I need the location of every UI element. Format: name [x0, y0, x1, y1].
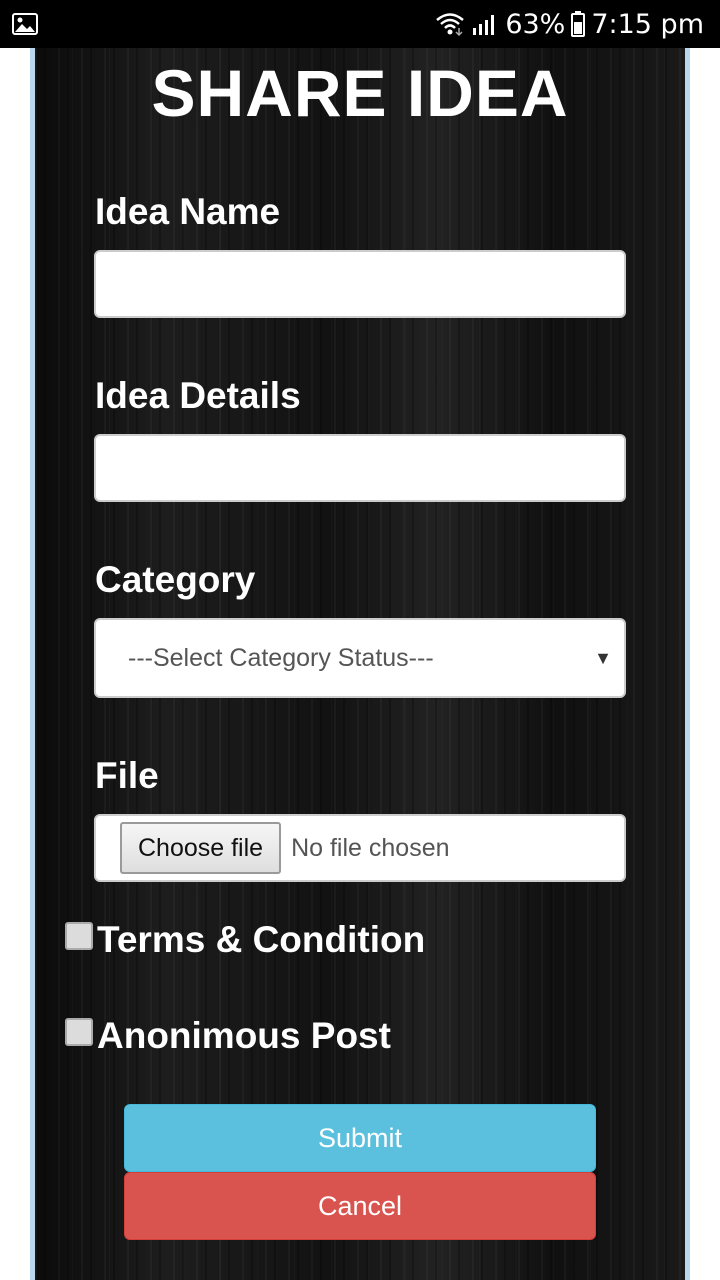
battery-percent: 63%	[505, 8, 566, 40]
clock: 7:15 pm	[591, 8, 704, 40]
category-select[interactable]: ---Select Category Status--- ▼	[94, 618, 626, 698]
signal-icon	[473, 15, 495, 35]
page-title: SHARE IDEA	[151, 56, 569, 130]
idea-name-input[interactable]	[94, 250, 626, 318]
idea-details-label: Idea Details	[95, 375, 301, 416]
idea-name-label: Idea Name	[95, 191, 281, 232]
category-selected-value: ---Select Category Status---	[128, 643, 434, 672]
choose-file-button[interactable]: Choose file	[120, 822, 282, 874]
file-status-text: No file chosen	[291, 833, 450, 862]
terms-row: Terms & Condition	[65, 920, 425, 960]
anonymous-label: Anonimous Post	[97, 1015, 391, 1056]
anonymous-checkbox[interactable]	[65, 1018, 93, 1046]
cancel-button[interactable]: Cancel	[124, 1172, 596, 1240]
wifi-icon	[436, 13, 465, 36]
file-label: File	[95, 755, 159, 796]
terms-label: Terms & Condition	[97, 919, 426, 960]
gallery-icon	[12, 13, 38, 35]
page-frame: SHARE IDEA Idea Name Idea Details Catego…	[30, 48, 690, 1280]
anonymous-row: Anonimous Post	[65, 1016, 391, 1056]
category-label: Category	[95, 559, 256, 600]
share-idea-panel: SHARE IDEA Idea Name Idea Details Catego…	[35, 48, 685, 1280]
terms-checkbox[interactable]	[65, 922, 93, 950]
dropdown-arrow-icon: ▼	[594, 647, 612, 668]
idea-details-input[interactable]	[94, 434, 626, 502]
battery-icon	[571, 11, 586, 37]
submit-button[interactable]: Submit	[124, 1104, 596, 1172]
file-input[interactable]: Choose file No file chosen	[94, 814, 626, 882]
status-bar: 63% 7:15 pm	[0, 0, 720, 48]
